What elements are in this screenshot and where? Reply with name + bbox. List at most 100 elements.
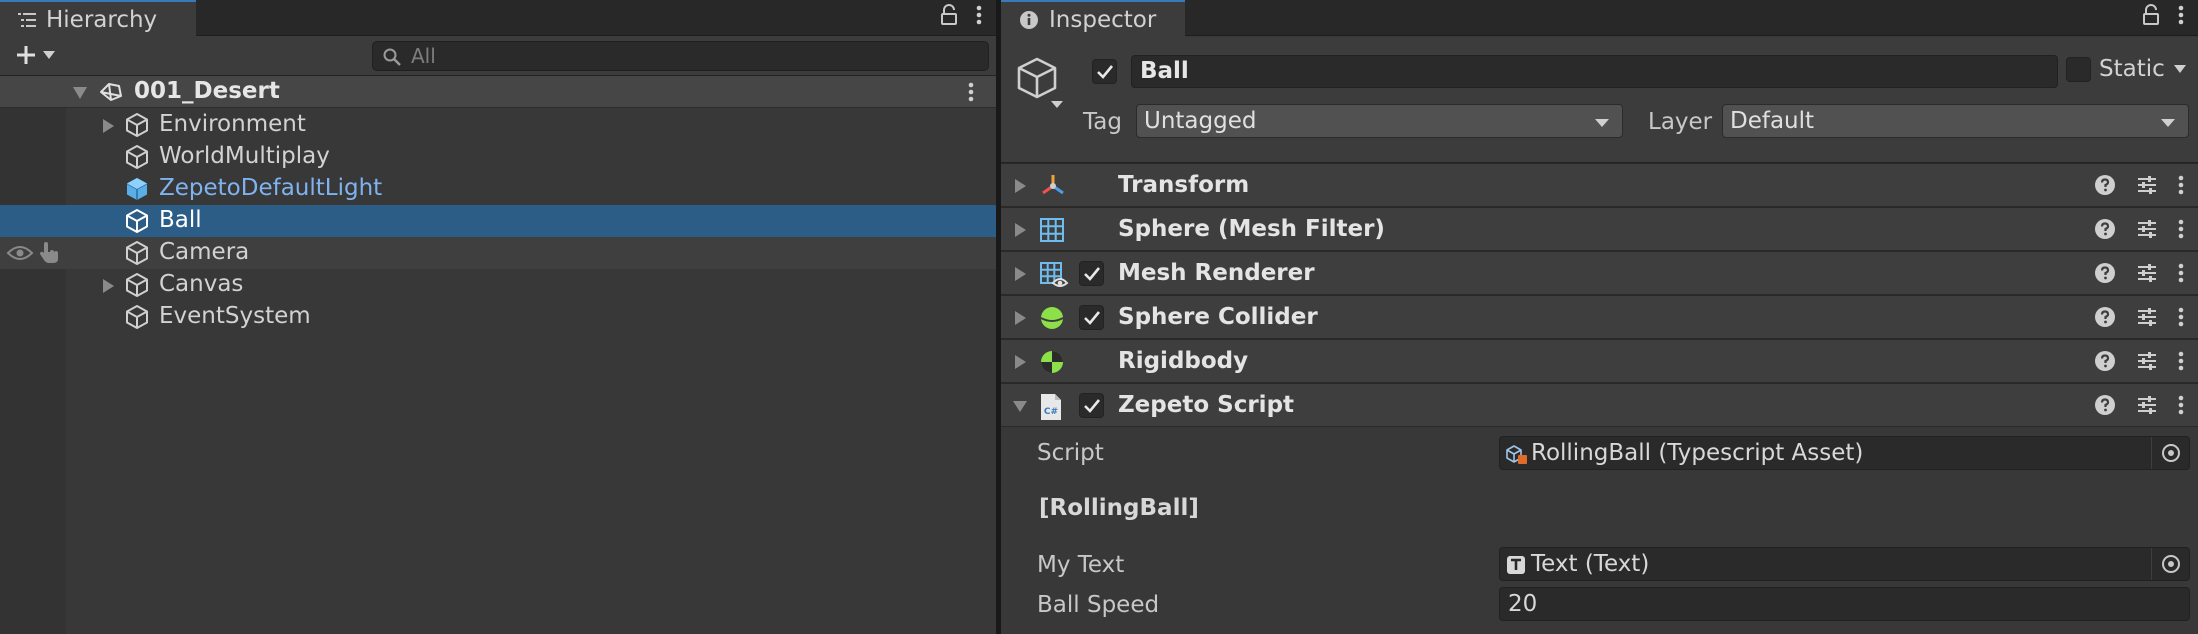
inspector-panel: Inspector Ball Static Tag Untagged Layer… — [1001, 0, 2198, 634]
expand-arrow-icon[interactable] — [1014, 178, 1027, 194]
expand-arrow-icon[interactable] — [1014, 354, 1027, 370]
scene-row[interactable]: 001_Desert — [0, 76, 996, 108]
component-mesh-renderer[interactable]: Mesh Renderer — [1001, 251, 2198, 295]
lock-icon[interactable] — [940, 4, 958, 26]
ball-speed-field[interactable]: 20 — [1499, 587, 2190, 621]
tab-inspector-label: Inspector — [1049, 6, 1157, 33]
dropdown-caret-icon[interactable] — [2173, 64, 2187, 74]
rigidbody-icon — [1039, 349, 1065, 375]
hierarchy-panel: Hierarchy All 001_Desert Environment Wor… — [0, 0, 996, 634]
inspector-tabbar: Inspector — [1001, 0, 2198, 37]
my-text-value: Text (Text) — [1531, 551, 1650, 577]
presets-icon[interactable] — [2136, 174, 2158, 196]
expand-arrow-icon[interactable] — [102, 278, 115, 294]
more-vert-icon[interactable] — [2178, 394, 2184, 416]
expand-arrow-icon[interactable] — [1014, 310, 1027, 326]
hierarchy-item-canvas[interactable]: Canvas — [0, 269, 996, 301]
search-input[interactable] — [411, 44, 971, 68]
tab-inspector[interactable]: Inspector — [1001, 0, 1185, 37]
script-field[interactable]: RollingBall (Typescript Asset) — [1499, 436, 2190, 470]
help-icon[interactable] — [2094, 394, 2116, 416]
component-name: Zepeto Script — [1118, 392, 1295, 418]
layer-label: Layer — [1648, 109, 1713, 135]
hierarchy-item-camera[interactable]: Camera — [0, 237, 996, 269]
component-tools — [2094, 218, 2184, 240]
hierarchy-item-ball[interactable]: Ball — [0, 205, 996, 237]
component-tools — [2094, 262, 2184, 284]
more-vert-icon[interactable] — [2178, 306, 2184, 328]
presets-icon[interactable] — [2136, 306, 2158, 328]
hierarchy-item-worldmultiplay[interactable]: WorldMultiplay — [0, 141, 996, 173]
presets-icon[interactable] — [2136, 350, 2158, 372]
help-icon[interactable] — [2094, 174, 2116, 196]
more-vert-icon[interactable] — [2178, 218, 2184, 240]
visibility-eye-icon[interactable] — [6, 244, 34, 262]
static-toggle[interactable]: Static — [2066, 56, 2187, 82]
scene-menu-icon[interactable] — [968, 81, 974, 103]
help-icon[interactable] — [2094, 262, 2116, 284]
component-enabled-checkbox[interactable] — [1079, 393, 1104, 418]
my-text-field[interactable]: Text (Text) — [1499, 547, 2190, 581]
tag-dropdown[interactable]: Untagged — [1136, 104, 1623, 138]
sphere-collider-icon — [1039, 305, 1065, 331]
object-picker-icon[interactable] — [2151, 548, 2189, 580]
text-component-icon — [1506, 555, 1526, 575]
plus-icon — [14, 43, 38, 67]
presets-icon[interactable] — [2136, 218, 2158, 240]
object-picker-icon[interactable] — [2151, 437, 2189, 469]
more-vert-icon[interactable] — [2178, 4, 2184, 26]
presets-icon[interactable] — [2136, 394, 2158, 416]
tag-label: Tag — [1083, 109, 1122, 135]
svg-text:C#: C# — [1044, 407, 1058, 417]
component-mesh-filter[interactable]: Sphere (Mesh Filter) — [1001, 207, 2198, 251]
object-name-field[interactable]: Ball — [1131, 55, 2058, 88]
more-vert-icon[interactable] — [2178, 350, 2184, 372]
pickable-hand-icon[interactable] — [38, 241, 64, 265]
create-button[interactable] — [14, 43, 56, 67]
search-field[interactable] — [372, 41, 989, 71]
hierarchy-item-label: Environment — [159, 111, 306, 137]
hierarchy-item-label: Ball — [159, 207, 202, 233]
static-checkbox[interactable] — [2066, 56, 2091, 82]
hierarchy-item-eventsystem[interactable]: EventSystem — [0, 301, 996, 333]
hierarchy-tabbar: Hierarchy — [0, 0, 996, 37]
lock-icon[interactable] — [2142, 4, 2160, 26]
layer-dropdown[interactable]: Default — [1722, 104, 2189, 138]
more-vert-icon[interactable] — [976, 4, 982, 26]
expand-arrow-icon[interactable] — [72, 86, 88, 100]
mesh-filter-icon — [1039, 217, 1065, 243]
component-rigidbody[interactable]: Rigidbody — [1001, 339, 2198, 383]
script-label: Script — [1037, 440, 1104, 466]
expand-arrow-icon[interactable] — [1014, 266, 1027, 282]
more-vert-icon[interactable] — [2178, 262, 2184, 284]
ball-speed-label: Ball Speed — [1037, 592, 1160, 618]
hierarchy-item-label: EventSystem — [159, 303, 311, 329]
transform-icon — [1039, 173, 1067, 199]
more-vert-icon[interactable] — [2178, 174, 2184, 196]
help-icon[interactable] — [2094, 350, 2116, 372]
component-transform[interactable]: Transform — [1001, 163, 2198, 207]
tab-hierarchy[interactable]: Hierarchy — [0, 0, 196, 37]
help-icon[interactable] — [2094, 306, 2116, 328]
info-icon — [1019, 10, 1039, 30]
component-zepeto-script[interactable]: C# Zepeto Script — [1001, 383, 2198, 427]
hierarchy-item-label: WorldMultiplay — [159, 143, 330, 169]
gameobject-icon[interactable] — [1013, 55, 1073, 115]
layer-value: Default — [1730, 108, 1815, 134]
unity-scene-icon — [97, 80, 123, 104]
hierarchy-item-label: Canvas — [159, 271, 244, 297]
component-enabled-checkbox[interactable] — [1079, 261, 1104, 286]
component-enabled-checkbox[interactable] — [1079, 305, 1104, 330]
hierarchy-item-zepetodefaultlight[interactable]: ZepetoDefaultLight — [0, 173, 996, 205]
expand-arrow-icon[interactable] — [1014, 222, 1027, 238]
presets-icon[interactable] — [2136, 262, 2158, 284]
gameobject-cube-icon — [124, 112, 150, 138]
collapse-arrow-icon[interactable] — [1012, 400, 1028, 413]
component-sphere-collider[interactable]: Sphere Collider — [1001, 295, 2198, 339]
active-checkbox[interactable] — [1092, 59, 1117, 84]
expand-arrow-icon[interactable] — [102, 118, 115, 134]
help-icon[interactable] — [2094, 218, 2116, 240]
hierarchy-item-environment[interactable]: Environment — [0, 109, 996, 141]
dropdown-caret-icon — [42, 50, 56, 60]
component-tools — [2094, 394, 2184, 416]
